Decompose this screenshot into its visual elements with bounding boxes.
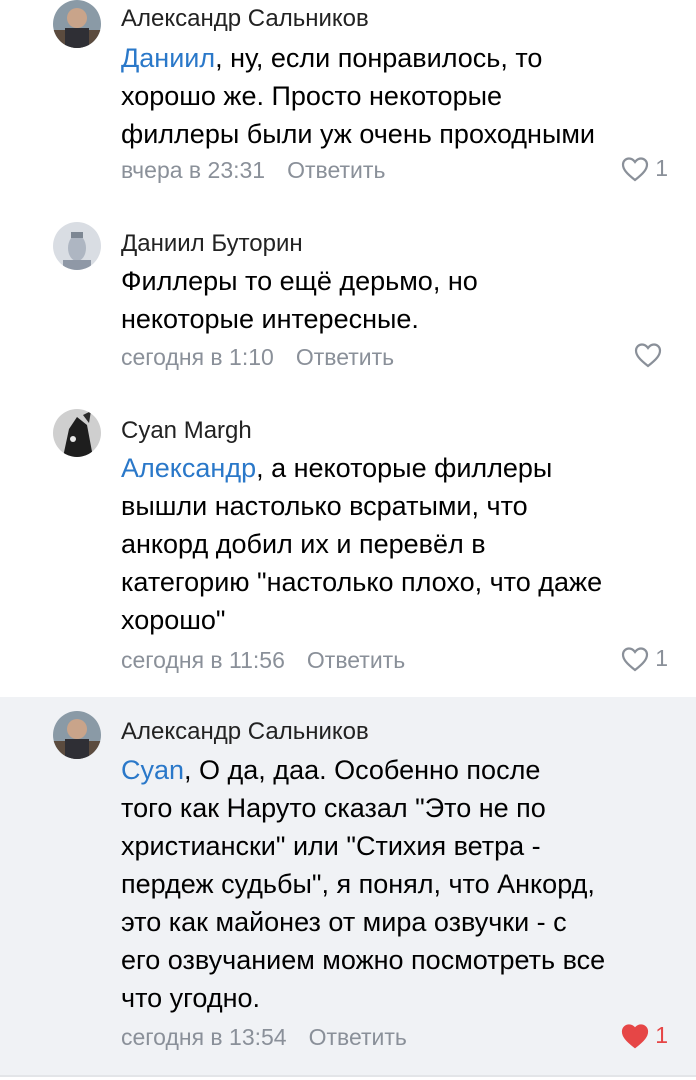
mention-link[interactable]: Александр [121, 453, 256, 483]
like-button[interactable]: 1 [621, 155, 668, 182]
heart-filled-icon [621, 1023, 649, 1049]
like-count: 1 [655, 645, 668, 671]
timestamp: сегодня в 13:54 [121, 1024, 287, 1050]
comment-1: Александр Сальников Даниил, ну, если пон… [0, 0, 696, 200]
timestamp: сегодня в 11:56 [121, 647, 285, 673]
reply-button[interactable]: Ответить [307, 647, 405, 673]
comment-3: Cyan Margh Александр, а некоторые филлер… [0, 409, 696, 694]
like-count: 1 [655, 1022, 668, 1048]
comment-text: Cyan, О да, даа. Особенно после того как… [121, 755, 606, 1013]
author-name[interactable]: Александр Сальников [121, 718, 369, 746]
divider [0, 1075, 696, 1077]
comment-text: Филлеры то ещё дерьмо, но некоторые инте… [121, 266, 478, 334]
avatar[interactable] [53, 0, 101, 48]
like-count: 1 [655, 155, 668, 181]
avatar[interactable] [53, 409, 101, 457]
comment-text: Александр, а некоторые филлеры вышли нас… [121, 453, 603, 635]
mention-link[interactable]: Даниил [121, 43, 215, 73]
author-name[interactable]: Александр Сальников [121, 5, 369, 33]
author-name[interactable]: Cyan Margh [121, 417, 252, 445]
mention-link[interactable]: Cyan [121, 755, 184, 785]
reply-button[interactable]: Ответить [309, 1024, 407, 1050]
comment-2: Даниил Буторин Филлеры то ещё дерьмо, но… [0, 222, 696, 392]
heart-icon [621, 646, 649, 672]
comment-meta: сегодня в 1:10 Ответить [121, 344, 394, 371]
timestamp: сегодня в 1:10 [121, 344, 274, 370]
comment-meta: сегодня в 13:54 Ответить [121, 1024, 407, 1051]
reply-button[interactable]: Ответить [296, 344, 394, 370]
comment-meta: сегодня в 11:56 Ответить [121, 647, 405, 674]
avatar[interactable] [53, 711, 101, 759]
like-button[interactable]: 1 [621, 645, 668, 672]
avatar[interactable] [53, 222, 101, 270]
comment-4: Александр Сальников Cyan, О да, даа. Осо… [0, 697, 696, 1075]
reply-button[interactable]: Ответить [287, 157, 385, 183]
like-button[interactable] [634, 342, 668, 368]
heart-icon [621, 156, 649, 182]
heart-icon [634, 342, 662, 368]
author-name[interactable]: Даниил Буторин [121, 230, 303, 258]
timestamp: вчера в 23:31 [121, 157, 266, 183]
comment-meta: вчера в 23:31 Ответить [121, 157, 385, 184]
like-button[interactable]: 1 [621, 1022, 668, 1049]
comment-text: Даниил, ну, если понравилось, то хорошо … [121, 43, 595, 149]
